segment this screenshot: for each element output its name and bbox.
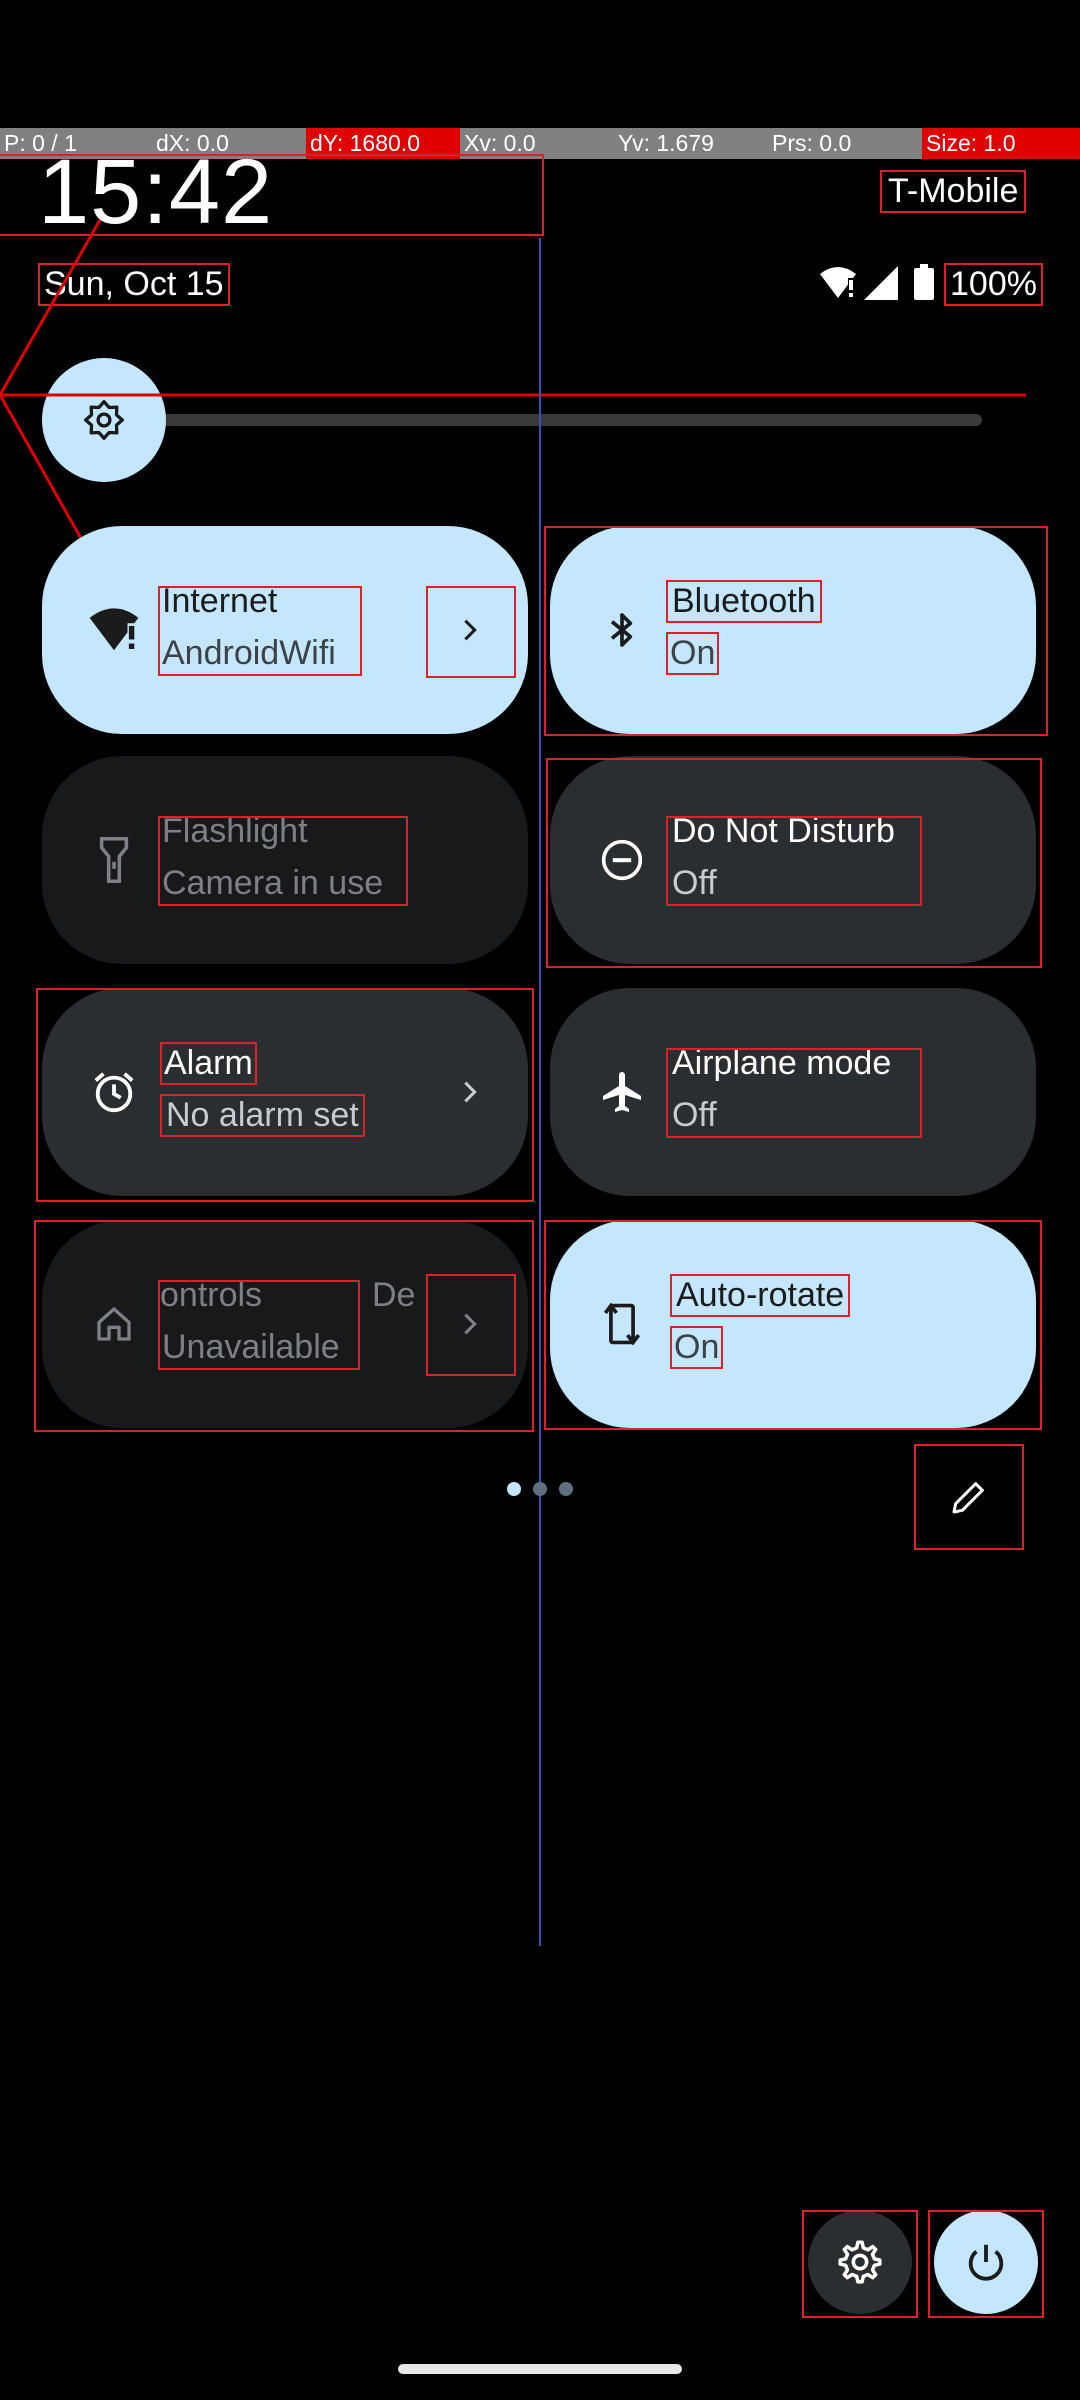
- airplane-icon: [590, 1060, 654, 1124]
- pencil-icon: [952, 1482, 984, 1514]
- bluetooth-tile-bounds: [544, 526, 1048, 736]
- flashlight-text-bounds: [158, 816, 408, 906]
- wifi-alert-icon: [82, 598, 146, 662]
- navigation-handle[interactable]: [398, 2364, 682, 2374]
- dnd-tile-bounds: [546, 758, 1042, 968]
- airplane-mode-tile[interactable]: Airplane mode Off: [550, 988, 1036, 1196]
- alarm-tile-bounds: [36, 988, 534, 1202]
- page-dot-3: [559, 1482, 573, 1496]
- internet-tile[interactable]: Internet AndroidWifi: [42, 526, 528, 734]
- chevron-right-icon: [442, 602, 498, 658]
- flashlight-tile[interactable]: Flashlight Camera in use: [42, 756, 528, 964]
- flashlight-icon: [82, 828, 146, 892]
- device-controls-tile-bounds: [34, 1220, 534, 1432]
- airplane-text-bounds: [666, 1048, 922, 1138]
- settings-button-bounds: [802, 2210, 918, 2318]
- page-dot-1: [507, 1482, 521, 1496]
- edit-tiles-button[interactable]: [914, 1444, 1024, 1550]
- pointer-trace-overlay: [0, 219, 1026, 1946]
- auto-rotate-tile-bounds: [544, 1220, 1042, 1430]
- power-button-bounds: [928, 2210, 1044, 2318]
- page-dot-2: [533, 1482, 547, 1496]
- internet-text-bounds: [158, 586, 362, 676]
